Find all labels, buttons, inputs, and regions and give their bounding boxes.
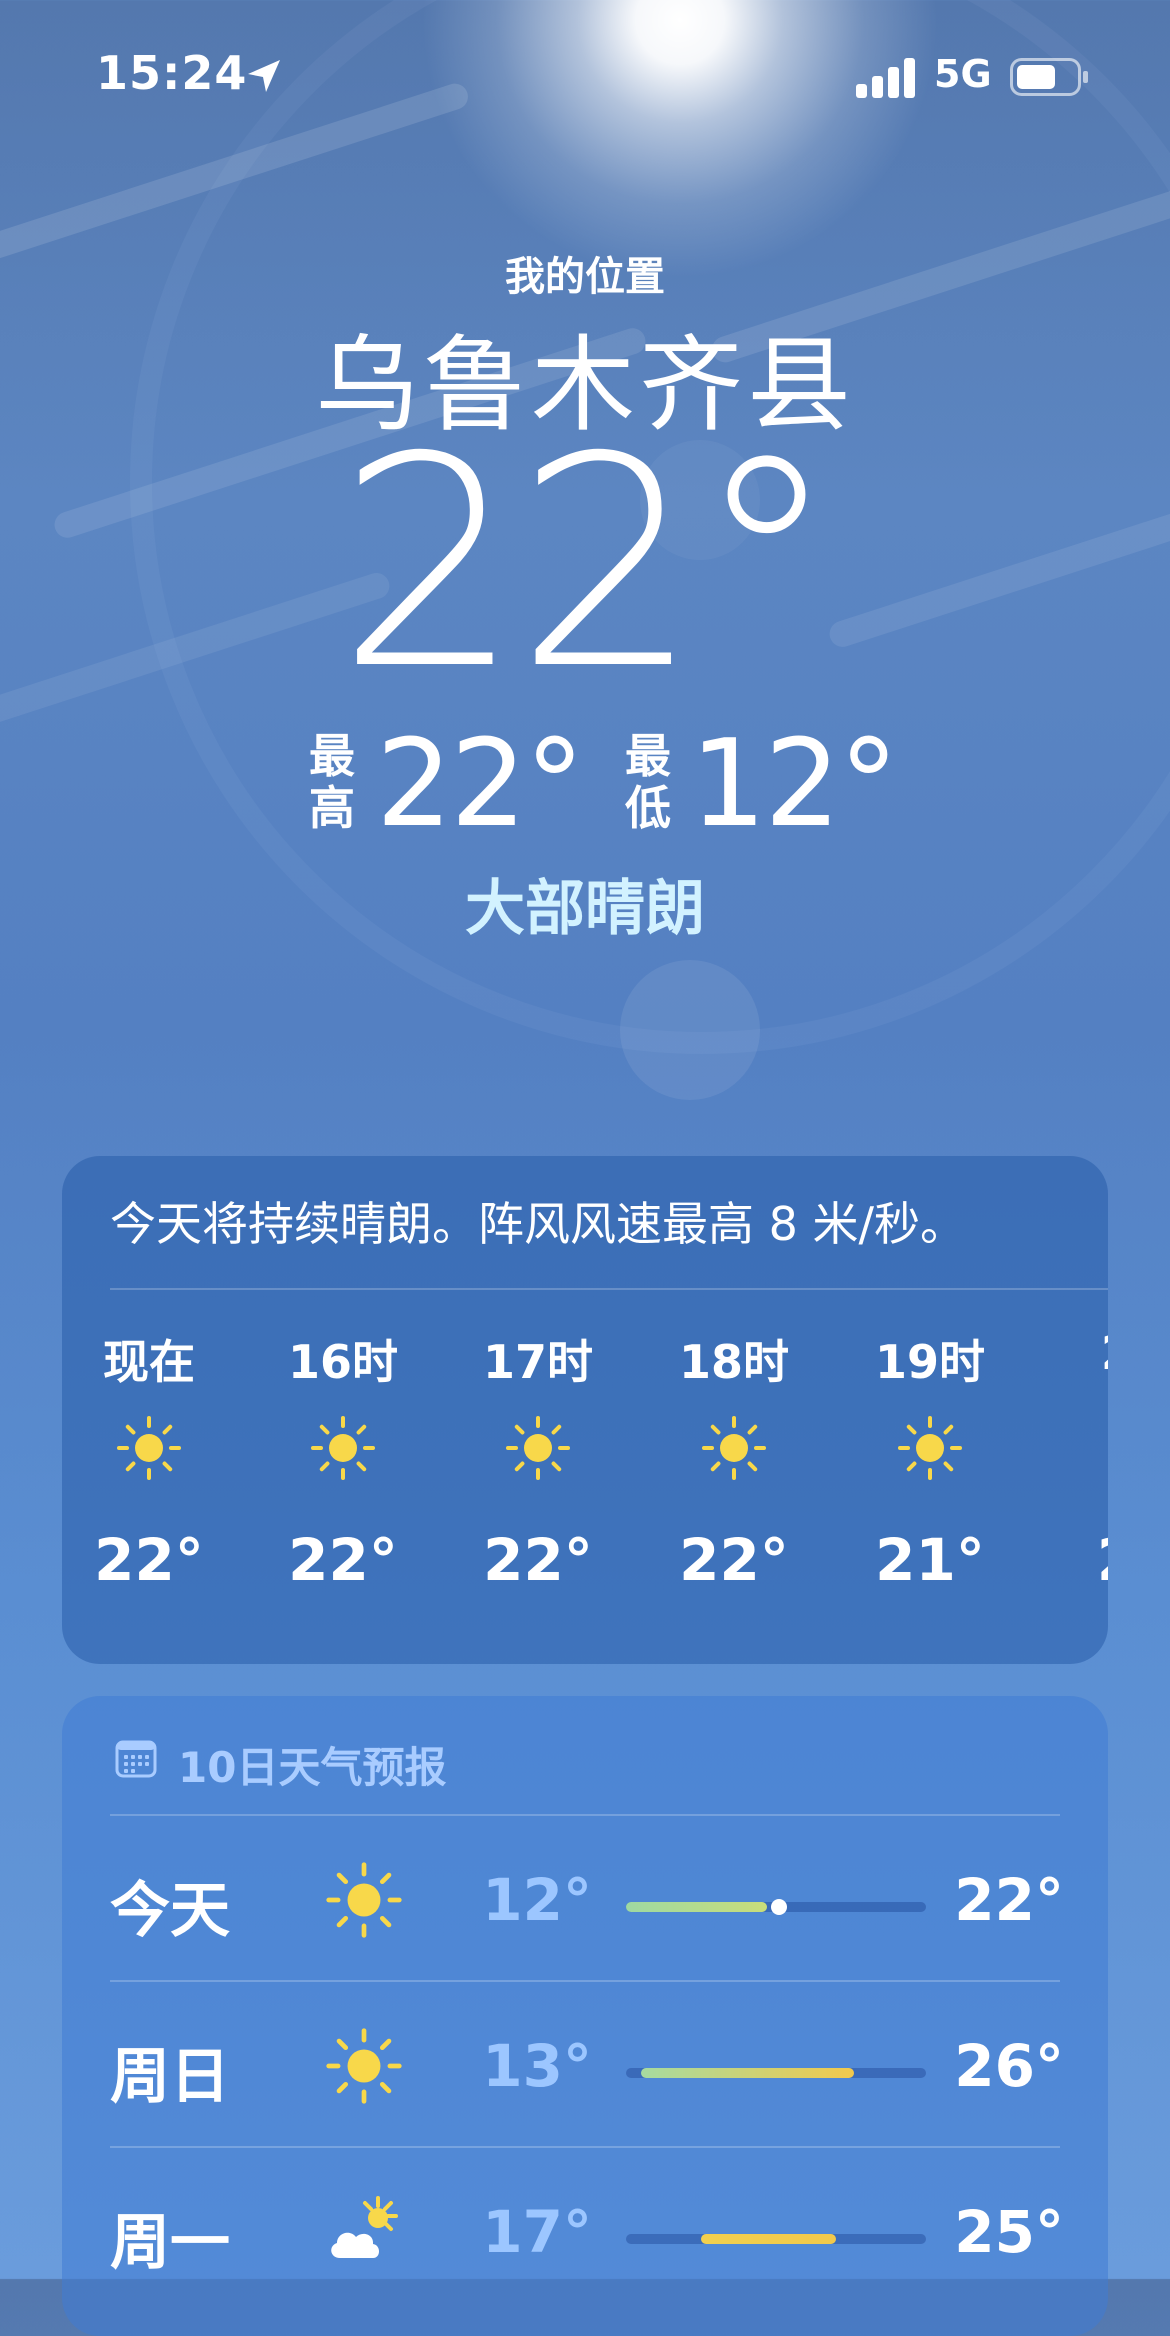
low-label: 最低 bbox=[625, 729, 671, 835]
status-time: 15:24 bbox=[96, 46, 248, 100]
sun-icon bbox=[506, 1416, 570, 1480]
current-temperature: 22° bbox=[336, 396, 839, 733]
hour-time: 16时 bbox=[287, 1335, 398, 1389]
hour-temperature: 22° bbox=[483, 1526, 593, 1594]
day-low-temp: 13° bbox=[482, 2032, 592, 2100]
hour-temperature: 22° bbox=[94, 1526, 204, 1594]
my-location-caption: 我的位置 bbox=[505, 254, 665, 300]
temperature-range-fill bbox=[626, 1902, 767, 1912]
sun-icon bbox=[311, 1416, 375, 1480]
status-bar: 15:24 5G bbox=[0, 0, 1170, 150]
high-temperature: 22° bbox=[376, 715, 585, 854]
temperature-range-bar bbox=[626, 2234, 926, 2244]
sun-icon bbox=[702, 1416, 766, 1480]
lens-flare bbox=[620, 960, 760, 1100]
day-row[interactable]: 周日 13° 26° bbox=[62, 1982, 1108, 2146]
hour-time: 现在 bbox=[103, 1335, 195, 1389]
hour-temperature: 22° bbox=[679, 1526, 789, 1594]
hour-item: 现在 22° bbox=[74, 1326, 224, 1646]
hour-time: 19时 bbox=[874, 1335, 985, 1389]
day-name: 今天 bbox=[110, 1876, 230, 1946]
hourly-forecast-card[interactable]: 今天将持续晴朗。阵风风速最高 8 米/秒。 现在 22° 16时 22° 17时… bbox=[62, 1156, 1108, 1664]
location-arrow-icon bbox=[248, 60, 280, 92]
day-low-temp: 12° bbox=[482, 1866, 592, 1934]
sun-icon bbox=[326, 2028, 402, 2104]
hour-item: 2 2 bbox=[1042, 1326, 1108, 1646]
current-temperature-marker bbox=[771, 1899, 787, 1915]
hour-time: 17时 bbox=[482, 1335, 593, 1389]
hour-time: 2 bbox=[1042, 1326, 1108, 1380]
hour-item: 19时 21° bbox=[855, 1326, 1005, 1646]
day-high-temp: 26° bbox=[954, 2032, 1064, 2100]
calendar-icon bbox=[115, 1740, 157, 1778]
partly-cloudy-icon bbox=[331, 2196, 398, 2258]
hour-temperature: 2 bbox=[1042, 1526, 1108, 1594]
day-low-temp: 17° bbox=[482, 2198, 592, 2266]
temperature-range-fill bbox=[701, 2234, 836, 2244]
hour-temperature: 22° bbox=[288, 1526, 398, 1594]
high-label: 最高 bbox=[309, 729, 355, 835]
sun-icon bbox=[117, 1416, 181, 1480]
day-row[interactable]: 周一 17° 25° bbox=[62, 2148, 1108, 2312]
divider bbox=[110, 1288, 1108, 1290]
hour-item: 17时 22° bbox=[463, 1326, 613, 1646]
forecast-title: 10日天气预报 bbox=[178, 1743, 447, 1792]
network-type: 5G bbox=[934, 52, 992, 96]
day-row[interactable]: 今天 12° 22° bbox=[62, 1816, 1108, 1980]
temperature-range-fill bbox=[641, 2068, 854, 2078]
hour-item: 16时 22° bbox=[268, 1326, 418, 1646]
low-temperature: 12° bbox=[690, 715, 899, 854]
hour-time: 18时 bbox=[678, 1335, 789, 1389]
day-name: 周日 bbox=[110, 2042, 230, 2112]
ten-day-forecast-card[interactable]: 10日天气预报 今天 12° 22° 周日 13° 26° 周一 17° 25° bbox=[62, 1696, 1108, 2336]
hour-item: 18时 22° bbox=[659, 1326, 809, 1646]
high-low-row: 最高 22° 最低 12° bbox=[0, 720, 1170, 850]
hourly-summary: 今天将持续晴朗。阵风风速最高 8 米/秒。 bbox=[110, 1197, 967, 1251]
temperature-range-bar bbox=[626, 2068, 926, 2078]
temperature-range-bar bbox=[626, 1899, 926, 1915]
day-high-temp: 25° bbox=[954, 2198, 1064, 2266]
sun-icon bbox=[898, 1416, 962, 1480]
sun-icon bbox=[326, 1862, 402, 1938]
day-name: 周一 bbox=[110, 2208, 230, 2278]
battery-icon bbox=[1010, 58, 1088, 96]
weather-condition: 大部晴朗 bbox=[465, 874, 705, 944]
day-high-temp: 22° bbox=[954, 1866, 1064, 1934]
hour-temperature: 21° bbox=[875, 1526, 985, 1594]
signal-bars-icon bbox=[856, 58, 915, 98]
